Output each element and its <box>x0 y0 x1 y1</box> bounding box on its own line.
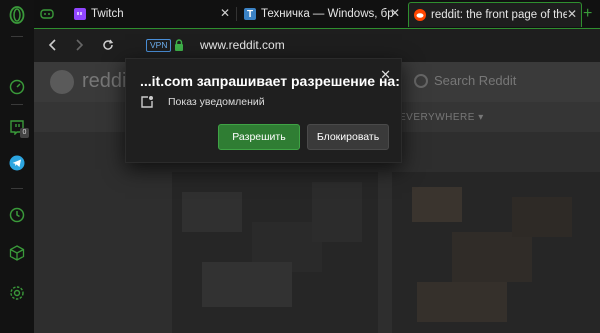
telegram-icon[interactable] <box>8 154 26 172</box>
extensions-icon[interactable] <box>8 244 26 262</box>
close-tab-icon[interactable]: ✕ <box>220 7 230 19</box>
reddit-logo-icon[interactable] <box>50 70 74 94</box>
address-bar[interactable]: www.reddit.com <box>200 38 285 52</box>
forward-arrow-icon[interactable] <box>72 37 88 53</box>
post-thumbnail[interactable] <box>172 172 378 333</box>
notification-icon <box>140 95 154 109</box>
close-tab-icon[interactable]: ✕ <box>390 7 400 19</box>
speed-dial-icon[interactable] <box>8 78 26 96</box>
dialog-title: ...it.com запрашивает разрешение на: <box>140 73 400 89</box>
tab-bar: Twitch ✕ T Техничка — Windows, бра ✕ red… <box>34 0 600 28</box>
tab-title: reddit: the front page of the <box>431 9 567 21</box>
back-arrow-icon[interactable] <box>44 37 60 53</box>
permission-label: Показ уведомлений <box>168 96 265 108</box>
twitch-badge: 0 <box>20 128 29 138</box>
sidebar-divider <box>11 104 23 105</box>
tab-title: Техничка — Windows, бра <box>261 8 394 20</box>
tab-technichka[interactable]: T Техничка — Windows, бра ✕ <box>244 2 404 26</box>
post-thumbnail[interactable] <box>392 172 600 333</box>
reload-icon[interactable] <box>100 37 116 53</box>
vpn-badge[interactable]: VPN <box>146 39 172 52</box>
allow-button[interactable]: Разрешить <box>218 124 300 150</box>
techichka-icon: T <box>244 8 256 20</box>
tab-title: Twitch <box>91 8 124 20</box>
lock-icon[interactable] <box>174 38 184 51</box>
permission-dialog: ...it.com запрашивает разрешение на: ✕ П… <box>125 58 402 163</box>
block-button[interactable]: Блокировать <box>307 124 389 150</box>
workspace-tab-icon[interactable] <box>40 2 56 26</box>
tab-twitch[interactable]: Twitch ✕ <box>74 2 234 26</box>
twitch-icon <box>74 8 86 20</box>
sidebar: 0 <box>0 0 35 333</box>
address-toolbar: VPN www.reddit.com <box>34 28 600 62</box>
new-tab-icon[interactable]: + <box>583 2 597 26</box>
opera-logo-icon[interactable] <box>8 6 26 24</box>
search-input[interactable]: Search Reddit <box>434 73 516 88</box>
sidebar-divider <box>11 188 23 189</box>
close-icon[interactable]: ✕ <box>380 67 391 83</box>
tab-reddit[interactable]: reddit: the front page of the ✕ <box>408 2 582 27</box>
everywhere-dropdown[interactable]: EVERYWHERE ▾ <box>399 112 484 123</box>
history-icon[interactable] <box>8 206 26 224</box>
reddit-icon <box>414 9 426 21</box>
search-icon <box>414 74 428 88</box>
close-tab-icon[interactable]: ✕ <box>567 8 577 20</box>
settings-gear-icon[interactable] <box>8 284 26 302</box>
sidebar-divider <box>11 36 23 37</box>
